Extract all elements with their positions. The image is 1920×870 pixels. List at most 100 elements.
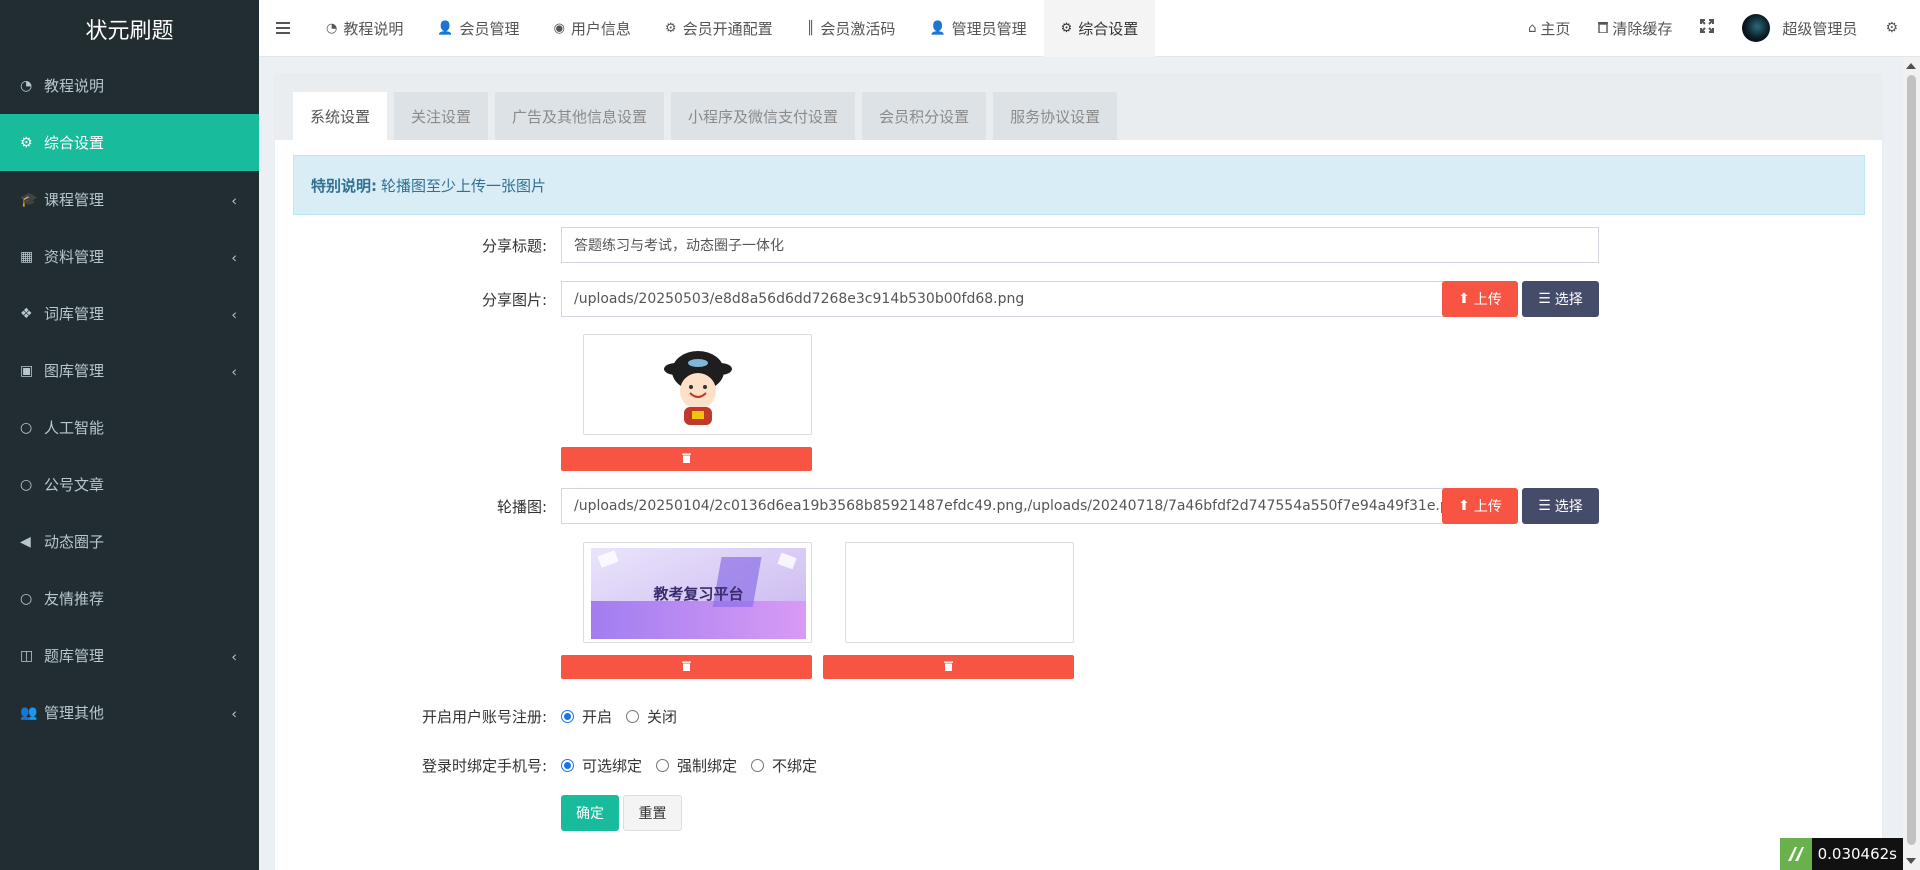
radio-label: 关闭: [647, 708, 678, 726]
control-sidebar-toggle[interactable]: ⚙: [1871, 0, 1920, 57]
tab-5[interactable]: 服务协议设置: [993, 92, 1118, 140]
delete-carousel-image-2-button[interactable]: [823, 655, 1074, 679]
radio-label: 开启: [582, 708, 613, 726]
scroll-down-arrow-icon[interactable]: [1906, 858, 1916, 864]
upload-label: 上传: [1473, 499, 1502, 515]
image-file-icon: ▣: [20, 362, 34, 379]
sidebar-item-label: 人工智能: [44, 419, 105, 437]
carousel-image-preview-2: [845, 542, 1074, 643]
sidebar-item-10[interactable]: ◫ 题库管理 ‹: [0, 627, 259, 684]
top-nav-item-label: 会员管理: [459, 19, 520, 38]
share-image-preview: [583, 334, 812, 435]
app-brand[interactable]: 状元刷题: [0, 0, 259, 57]
home-link[interactable]: ⌂ 主页: [1514, 0, 1584, 57]
user-menu[interactable]: 超级管理员: [1728, 0, 1871, 57]
cogs-icon: ⚙: [1885, 20, 1898, 36]
cog-icon: ⚙: [664, 20, 677, 36]
sidebar-item-0[interactable]: ◔ 教程说明: [0, 57, 259, 114]
top-nav-item-label: 用户信息: [570, 19, 631, 38]
register-option-1[interactable]: 关闭: [626, 706, 677, 727]
sidebar-item-6[interactable]: ○ 人工智能: [0, 399, 259, 456]
top-nav-item-2[interactable]: ◉ 用户信息: [537, 0, 648, 57]
top-nav-item-6[interactable]: ⚙ 综合设置: [1043, 0, 1156, 57]
user-circle-icon: ◉: [553, 20, 565, 36]
tab-4[interactable]: 会员积分设置: [862, 92, 987, 140]
users-icon: 👥: [20, 704, 38, 721]
sidebar-item-4[interactable]: ❖ 词库管理 ‹: [0, 285, 259, 342]
top-nav-item-label: 综合设置: [1078, 19, 1139, 38]
graduation-cap-icon: 🎓: [20, 191, 38, 208]
scroll-up-arrow-icon[interactable]: [1906, 63, 1916, 69]
bind_phone-option-2[interactable]: 不绑定: [751, 755, 817, 776]
tab-3[interactable]: 小程序及微信支付设置: [671, 92, 856, 140]
tab-0[interactable]: 系统设置: [293, 92, 388, 140]
register-option-0[interactable]: 开启: [561, 706, 612, 727]
tab-2[interactable]: 广告及其他信息设置: [495, 92, 665, 140]
sidebar-item-3[interactable]: ▦ 资料管理 ‹: [0, 228, 259, 285]
carousel-select-button[interactable]: ☰ 选择: [1522, 488, 1599, 524]
timer-value: 0.030462s: [1811, 838, 1903, 870]
sidebar-item-2[interactable]: 🎓 课程管理 ‹: [0, 171, 259, 228]
share-image-upload-button[interactable]: ⬆ 上传: [1442, 281, 1518, 317]
clear-cache-link[interactable]: 清除缓存: [1584, 0, 1686, 57]
register-label: 开启用户账号注册:: [421, 708, 547, 726]
share-image-select-button[interactable]: ☰ 选择: [1522, 281, 1599, 317]
menu-toggle-icon[interactable]: [259, 0, 309, 57]
carousel-upload-button[interactable]: ⬆ 上传: [1442, 488, 1518, 524]
sidebar-menu: ◔ 教程说明 ⚙ 综合设置 🎓 课程管理 ‹ ▦ 资料管理 ‹ ❖ 词库管理 ‹ ▣ 图库管理 ‹ ○ 人工智能 ○…: [0, 57, 259, 741]
chevron-left-icon: ‹: [231, 193, 237, 210]
sidebar-item-5[interactable]: ▣ 图库管理 ‹: [0, 342, 259, 399]
sidebar-item-11[interactable]: 👥 管理其他 ‹: [0, 684, 259, 741]
radio-button[interactable]: [561, 759, 574, 772]
radio-button[interactable]: [656, 759, 670, 772]
top-nav-item-1[interactable]: 👤 会员管理: [420, 0, 536, 57]
top-nav-item-5[interactable]: 👤 管理员管理: [912, 0, 1043, 57]
bind_phone-option-1[interactable]: 强制绑定: [656, 755, 737, 776]
sidebar: 状元刷题 ◔ 教程说明 ⚙ 综合设置 🎓 课程管理 ‹ ▦ 资料管理 ‹ ❖ 词库管理 ‹ ▣ 图库管理 ‹ ○…: [0, 0, 259, 870]
sidebar-item-7[interactable]: ○ 公号文章: [0, 456, 259, 513]
notice-title: 特别说明:: [311, 176, 377, 195]
cubes-icon: ❖: [20, 305, 33, 322]
sidebar-item-label: 课程管理: [44, 191, 105, 209]
sidebar-item-9[interactable]: ○ 友情推荐: [0, 570, 259, 627]
sidebar-item-label: 动态圈子: [44, 533, 105, 551]
share-image-input[interactable]: /uploads/20250503/e8d8a56d6dd7268e3c914b…: [561, 281, 1445, 317]
chevron-left-icon: ‹: [231, 364, 237, 381]
list-icon: ☰: [1538, 291, 1551, 307]
bind_phone-option-0[interactable]: 可选绑定: [561, 755, 642, 776]
tab-1[interactable]: 关注设置: [394, 92, 489, 140]
top-navbar: ◔ 教程说明 👤 会员管理 ◉ 用户信息 ⚙ 会员开通配置 ║ 会员激活码 👤 管理员管理 ⚙ 综合设置 …: [259, 0, 1920, 57]
sidebar-item-label: 教程说明: [44, 77, 105, 95]
submit-button[interactable]: 确定: [561, 795, 619, 831]
trash-icon: [1598, 19, 1609, 37]
sidebar-item-1[interactable]: ⚙ 综合设置: [0, 114, 259, 171]
bind-phone-radio-group: 可选绑定 强制绑定 不绑定: [561, 755, 831, 776]
fullscreen-button[interactable]: [1686, 0, 1728, 57]
dashboard-icon: ◔: [326, 20, 338, 36]
top-nav-item-3[interactable]: ⚙ 会员开通配置: [648, 0, 790, 57]
top-nav-tabs: ◔ 教程说明 👤 会员管理 ◉ 用户信息 ⚙ 会员开通配置 ║ 会员激活码 👤 管理员管理 ⚙ 综合设置: [309, 0, 1156, 57]
cogs-icon: ⚙: [20, 134, 33, 151]
chevron-left-icon: ‹: [231, 649, 237, 666]
sidebar-item-label: 友情推荐: [44, 590, 105, 608]
trash-icon: [682, 660, 691, 674]
settings-tabs: 系统设置 关注设置 广告及其他信息设置 小程序及微信支付设置 会员积分设置 服务协议设置: [293, 92, 1118, 140]
scroll-thumb[interactable]: [1907, 75, 1916, 845]
page-scrollbar[interactable]: [1903, 57, 1920, 870]
radio-button[interactable]: [626, 710, 640, 723]
carousel-input[interactable]: /uploads/20250104/2c0136d6ea19b3568b8592…: [561, 488, 1445, 524]
debug-timer-badge[interactable]: 0.030462s: [1780, 838, 1903, 870]
notice-alert: 特别说明: 轮播图至少上传一张图片: [293, 155, 1865, 215]
top-right-actions: ⌂ 主页 清除缓存 超级管理员 ⚙: [1514, 0, 1920, 57]
top-nav-item-4[interactable]: ║ 会员激活码: [790, 0, 913, 57]
delete-share-image-button[interactable]: [561, 447, 812, 471]
radio-button[interactable]: [751, 759, 765, 772]
sidebar-item-8[interactable]: ◀ 动态圈子: [0, 513, 259, 570]
share-title-input[interactable]: 答题练习与考试，动态圈子一体化: [561, 227, 1599, 263]
windows-icon: ▦: [20, 248, 34, 265]
reset-button[interactable]: 重置: [623, 795, 682, 831]
delete-carousel-image-1-button[interactable]: [561, 655, 812, 679]
top-nav-item-0[interactable]: ◔ 教程说明: [309, 0, 420, 57]
radio-button[interactable]: [561, 710, 574, 723]
radio-label: 不绑定: [772, 757, 818, 775]
